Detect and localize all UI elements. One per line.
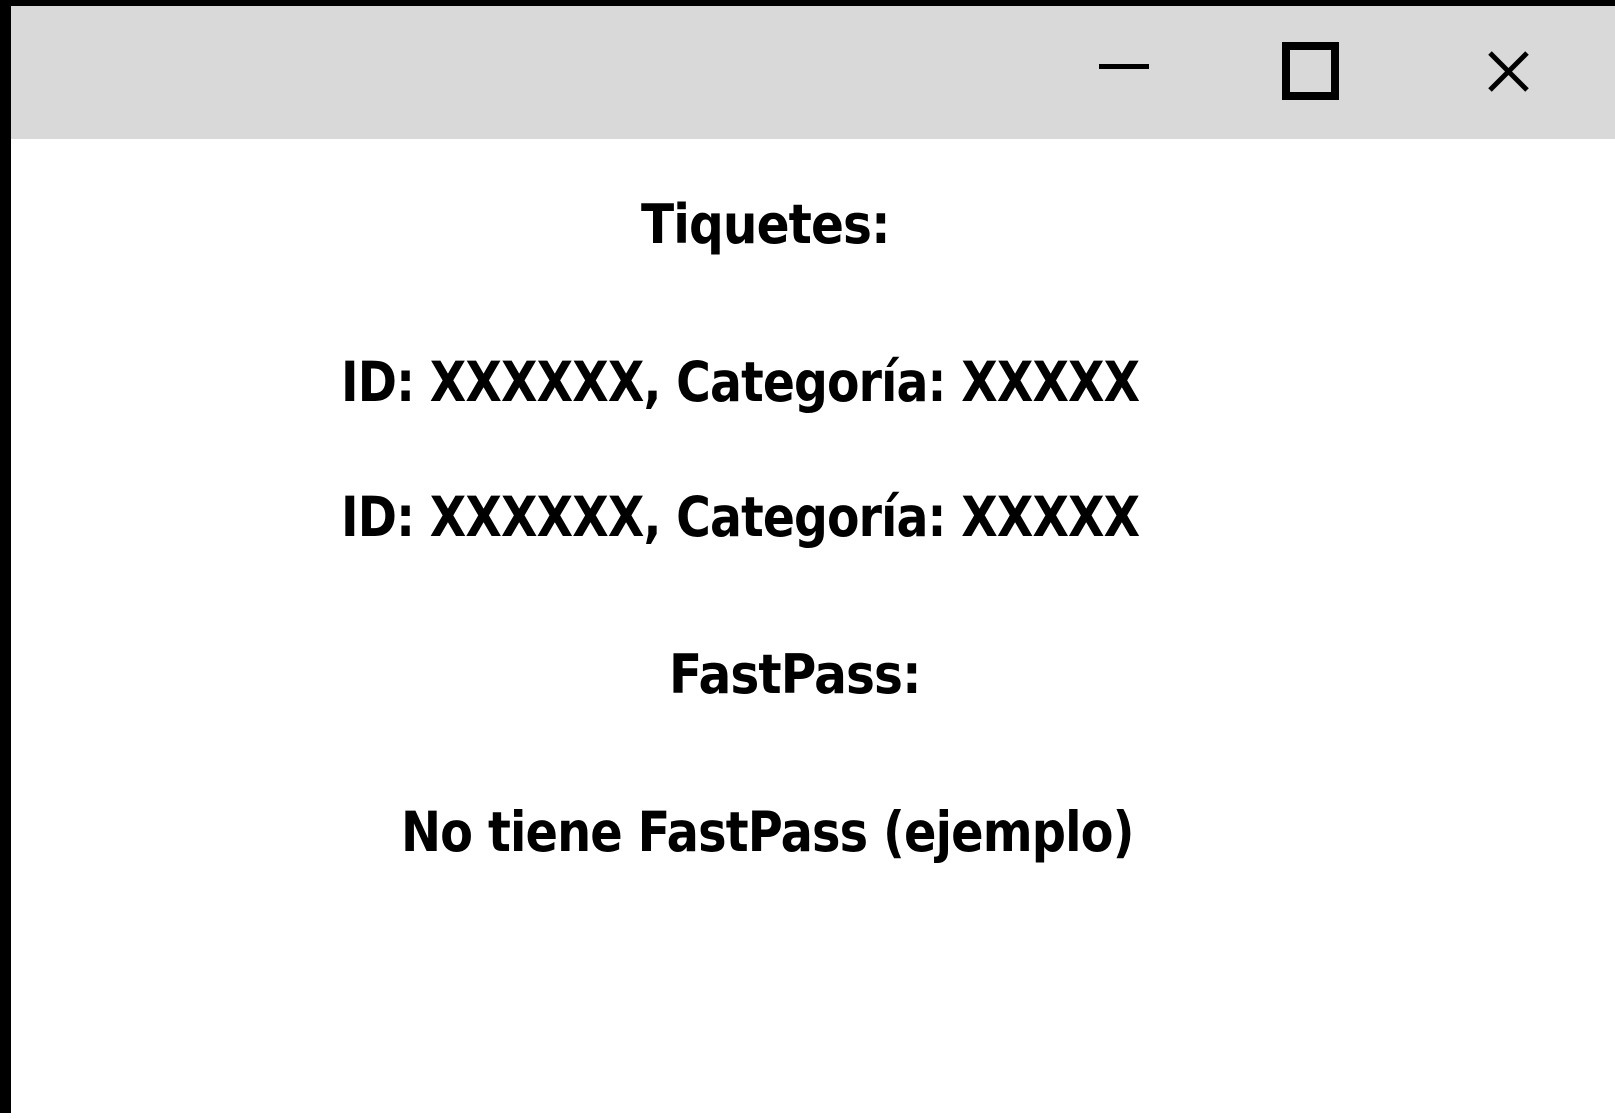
- ticket-item: ID: XXXXXX, Categoría: XXXXX: [341, 350, 1140, 414]
- minimize-button[interactable]: [1061, 6, 1181, 139]
- minimize-icon: [1099, 64, 1149, 69]
- maximize-button[interactable]: [1249, 6, 1369, 139]
- close-button[interactable]: [1447, 6, 1567, 139]
- ticket-item: ID: XXXXXX, Categoría: XXXXX: [341, 485, 1140, 549]
- tickets-heading: Tiquetes:: [641, 193, 891, 256]
- maximize-icon: [1282, 42, 1339, 100]
- title-bar[interactable]: [11, 6, 1615, 139]
- fastpass-heading: FastPass:: [669, 643, 922, 706]
- close-icon: [1488, 51, 1529, 92]
- main-content: Tiquetes: ID: XXXXXX, Categoría: XXXXX I…: [11, 139, 1615, 1113]
- app-window: Tiquetes: ID: XXXXXX, Categoría: XXXXX I…: [0, 0, 1615, 1113]
- fastpass-status: No tiene FastPass (ejemplo): [401, 800, 1135, 864]
